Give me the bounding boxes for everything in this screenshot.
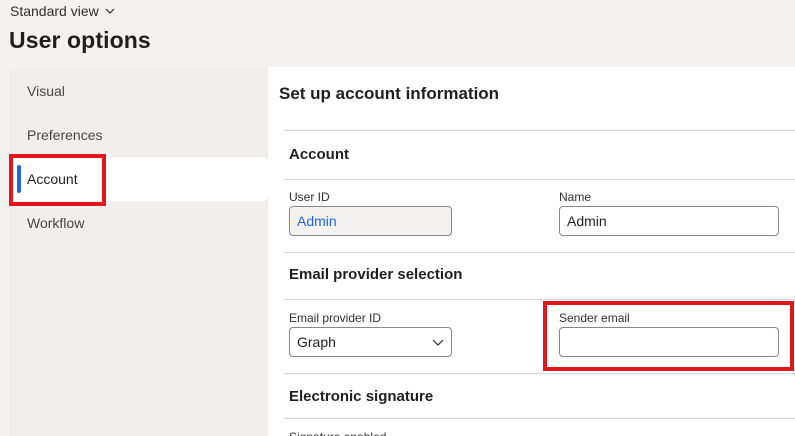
divider xyxy=(284,373,795,374)
email-provider-id-label: Email provider ID xyxy=(289,311,382,325)
chevron-down-icon xyxy=(432,339,444,346)
user-id-field[interactable]: Admin xyxy=(289,206,452,236)
view-label: Standard view xyxy=(10,3,99,19)
divider xyxy=(284,179,795,180)
section-title-electronic-signature: Electronic signature xyxy=(289,388,434,405)
sidebar-item-visual[interactable]: Visual xyxy=(9,69,268,113)
sidebar-item-workflow[interactable]: Workflow xyxy=(9,201,268,245)
divider xyxy=(284,130,795,131)
chevron-down-icon xyxy=(105,8,115,14)
email-provider-value: Graph xyxy=(297,334,336,350)
active-indicator xyxy=(17,165,21,193)
sidebar-item-account[interactable]: Account xyxy=(9,157,268,201)
signature-enabled-label: Signature enabled xyxy=(289,431,386,436)
page-title: User options xyxy=(9,27,151,53)
sidebar-item-label: Preferences xyxy=(27,127,103,143)
sidebar-item-label: Visual xyxy=(27,83,65,99)
divider xyxy=(284,252,795,253)
sender-email-field[interactable] xyxy=(559,327,779,357)
main-panel: Set up account information Account User … xyxy=(268,67,795,436)
sender-email-label: Sender email xyxy=(559,311,630,325)
panel-title: Set up account information xyxy=(279,84,500,103)
divider xyxy=(284,299,795,300)
divider xyxy=(284,418,795,419)
user-id-label: User ID xyxy=(289,190,330,204)
sidebar-item-label: Workflow xyxy=(27,215,85,231)
section-title-account: Account xyxy=(289,146,349,163)
sidebar-item-preferences[interactable]: Preferences xyxy=(9,113,268,157)
section-title-email-provider: Email provider selection xyxy=(289,266,463,283)
sidebar: Visual Preferences Account Workflow xyxy=(9,67,268,436)
view-selector[interactable]: Standard view xyxy=(10,3,116,19)
sidebar-item-label: Account xyxy=(27,171,78,187)
name-field[interactable] xyxy=(559,206,779,236)
name-label: Name xyxy=(559,190,592,204)
email-provider-select[interactable]: Graph xyxy=(289,327,452,357)
